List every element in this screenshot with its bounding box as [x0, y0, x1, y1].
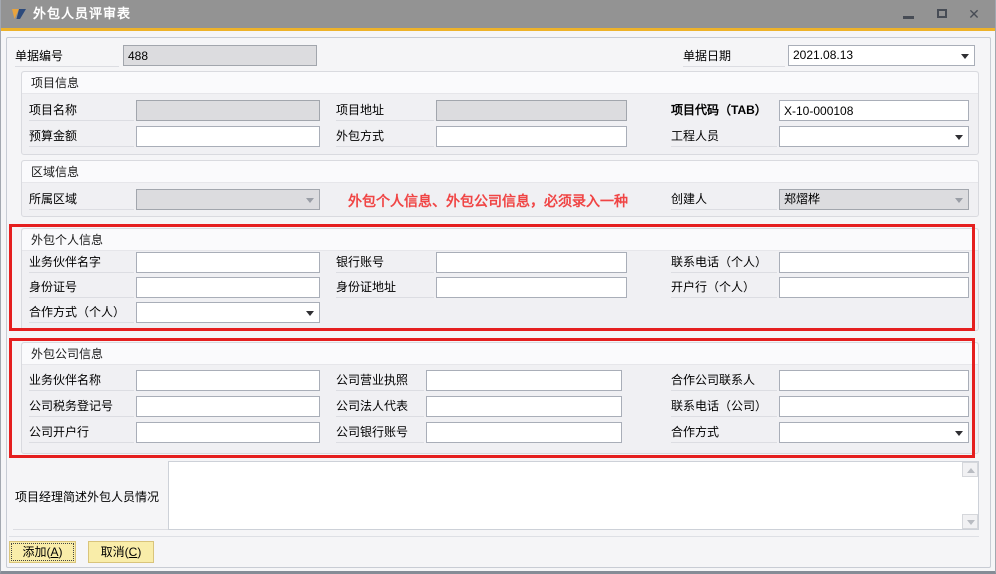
project-addr-field[interactable]	[436, 100, 627, 121]
engineer-label: 工程人员	[671, 126, 777, 147]
chevron-down-icon	[955, 135, 963, 140]
form-window: 外包人员评审表 ✕ 单据编号 单据日期 2021.08.13 项目信息 项目名称…	[0, 0, 996, 574]
accent-bar	[1, 28, 995, 31]
project-name-label: 项目名称	[29, 100, 134, 121]
minimize-icon	[903, 16, 914, 19]
scroll-up-icon	[967, 468, 975, 473]
summary-label-cell: 项目经理简述外包人员情况	[13, 461, 168, 530]
project-addr-label: 项目地址	[336, 100, 434, 121]
personal-id-addr-label: 身份证地址	[336, 277, 434, 298]
personal-bank-branch-label: 开户行（个人）	[671, 277, 777, 298]
app-logo-icon	[11, 6, 27, 22]
region-dropdown[interactable]	[136, 189, 320, 210]
budget-field[interactable]	[136, 126, 320, 147]
personal-partner-name-field[interactable]	[136, 252, 320, 273]
summary-label: 项目经理简述外包人员情况	[15, 488, 159, 505]
personal-coop-mode-dropdown[interactable]	[136, 302, 320, 323]
personal-bank-branch-field[interactable]	[779, 277, 969, 298]
minimize-button[interactable]	[897, 4, 919, 24]
titlebar: 外包人员评审表 ✕	[1, 0, 995, 28]
region-info-title: 区域信息	[22, 161, 978, 183]
doc-no-field[interactable]	[123, 45, 317, 66]
project-code-field[interactable]	[779, 100, 969, 121]
maximize-icon	[937, 9, 947, 18]
outsource-mode-label: 外包方式	[336, 126, 434, 147]
footer-divider	[9, 536, 979, 537]
company-bank-branch-field[interactable]	[136, 422, 320, 443]
cancel-button[interactable]: 取消(C)	[88, 541, 154, 563]
personal-id-no-label: 身份证号	[29, 277, 134, 298]
doc-no-label: 单据编号	[15, 46, 119, 67]
maximize-button[interactable]	[931, 4, 953, 24]
close-button[interactable]: ✕	[963, 4, 985, 24]
chevron-down-icon	[955, 198, 963, 203]
project-info-title: 项目信息	[22, 72, 978, 94]
company-tax-no-label: 公司税务登记号	[29, 396, 134, 417]
company-bank-branch-label: 公司开户行	[29, 422, 134, 443]
scrollbar-down-button[interactable]	[962, 514, 978, 529]
project-name-field[interactable]	[136, 100, 320, 121]
doc-date-value: 2021.08.13	[793, 48, 853, 62]
company-partner-name-label: 业务伙伴名称	[29, 370, 134, 391]
company-coop-mode-label: 合作方式	[671, 422, 777, 443]
chevron-down-icon	[306, 311, 314, 316]
outsource-mode-field[interactable]	[436, 126, 627, 147]
company-legal-rep-label: 公司法人代表	[336, 396, 424, 417]
personal-phone-label: 联系电话（个人）	[671, 252, 777, 273]
company-info-title: 外包公司信息	[22, 343, 978, 365]
personal-phone-field[interactable]	[779, 252, 969, 273]
company-bank-account-label: 公司银行账号	[336, 422, 424, 443]
company-contact-field[interactable]	[779, 370, 969, 391]
chevron-down-icon	[306, 198, 314, 203]
personal-id-no-field[interactable]	[136, 277, 320, 298]
doc-date-label: 单据日期	[683, 46, 785, 67]
close-icon: ✕	[968, 6, 980, 22]
project-code-label: 项目代码（TAB）	[671, 100, 777, 121]
company-phone-label: 联系电话（公司）	[671, 396, 777, 417]
summary-textarea[interactable]	[168, 461, 979, 530]
company-tax-no-field[interactable]	[136, 396, 320, 417]
personal-info-title: 外包个人信息	[22, 229, 978, 251]
company-license-field[interactable]	[426, 370, 622, 391]
engineer-dropdown[interactable]	[779, 126, 969, 147]
personal-bank-account-field[interactable]	[436, 252, 627, 273]
creator-label: 创建人	[671, 189, 777, 210]
company-license-label: 公司营业执照	[336, 370, 424, 391]
chevron-down-icon	[961, 54, 969, 59]
company-coop-mode-dropdown[interactable]	[779, 422, 969, 443]
scrollbar-up-button[interactable]	[962, 462, 978, 477]
doc-date-dropdown[interactable]: 2021.08.13	[788, 45, 975, 66]
chevron-down-icon	[955, 431, 963, 436]
budget-label: 预算金额	[29, 126, 134, 147]
personal-id-addr-field[interactable]	[436, 277, 627, 298]
company-contact-label: 合作公司联系人	[671, 370, 777, 391]
company-phone-field[interactable]	[779, 396, 969, 417]
creator-dropdown[interactable]: 郑熠桦	[779, 189, 969, 210]
window-title: 外包人员评审表	[33, 0, 131, 28]
add-button[interactable]: 添加(A)	[9, 541, 76, 563]
required-notice: 外包个人信息、外包公司信息，必须录入一种	[348, 191, 628, 211]
company-partner-name-field[interactable]	[136, 370, 320, 391]
company-bank-account-field[interactable]	[426, 422, 622, 443]
personal-partner-name-label: 业务伙伴名字	[29, 252, 134, 273]
company-legal-rep-field[interactable]	[426, 396, 622, 417]
scroll-down-icon	[967, 520, 975, 525]
region-label: 所属区域	[29, 189, 134, 210]
creator-value: 郑熠桦	[784, 192, 820, 206]
personal-coop-mode-label: 合作方式（个人）	[29, 302, 134, 323]
personal-bank-account-label: 银行账号	[336, 252, 434, 273]
